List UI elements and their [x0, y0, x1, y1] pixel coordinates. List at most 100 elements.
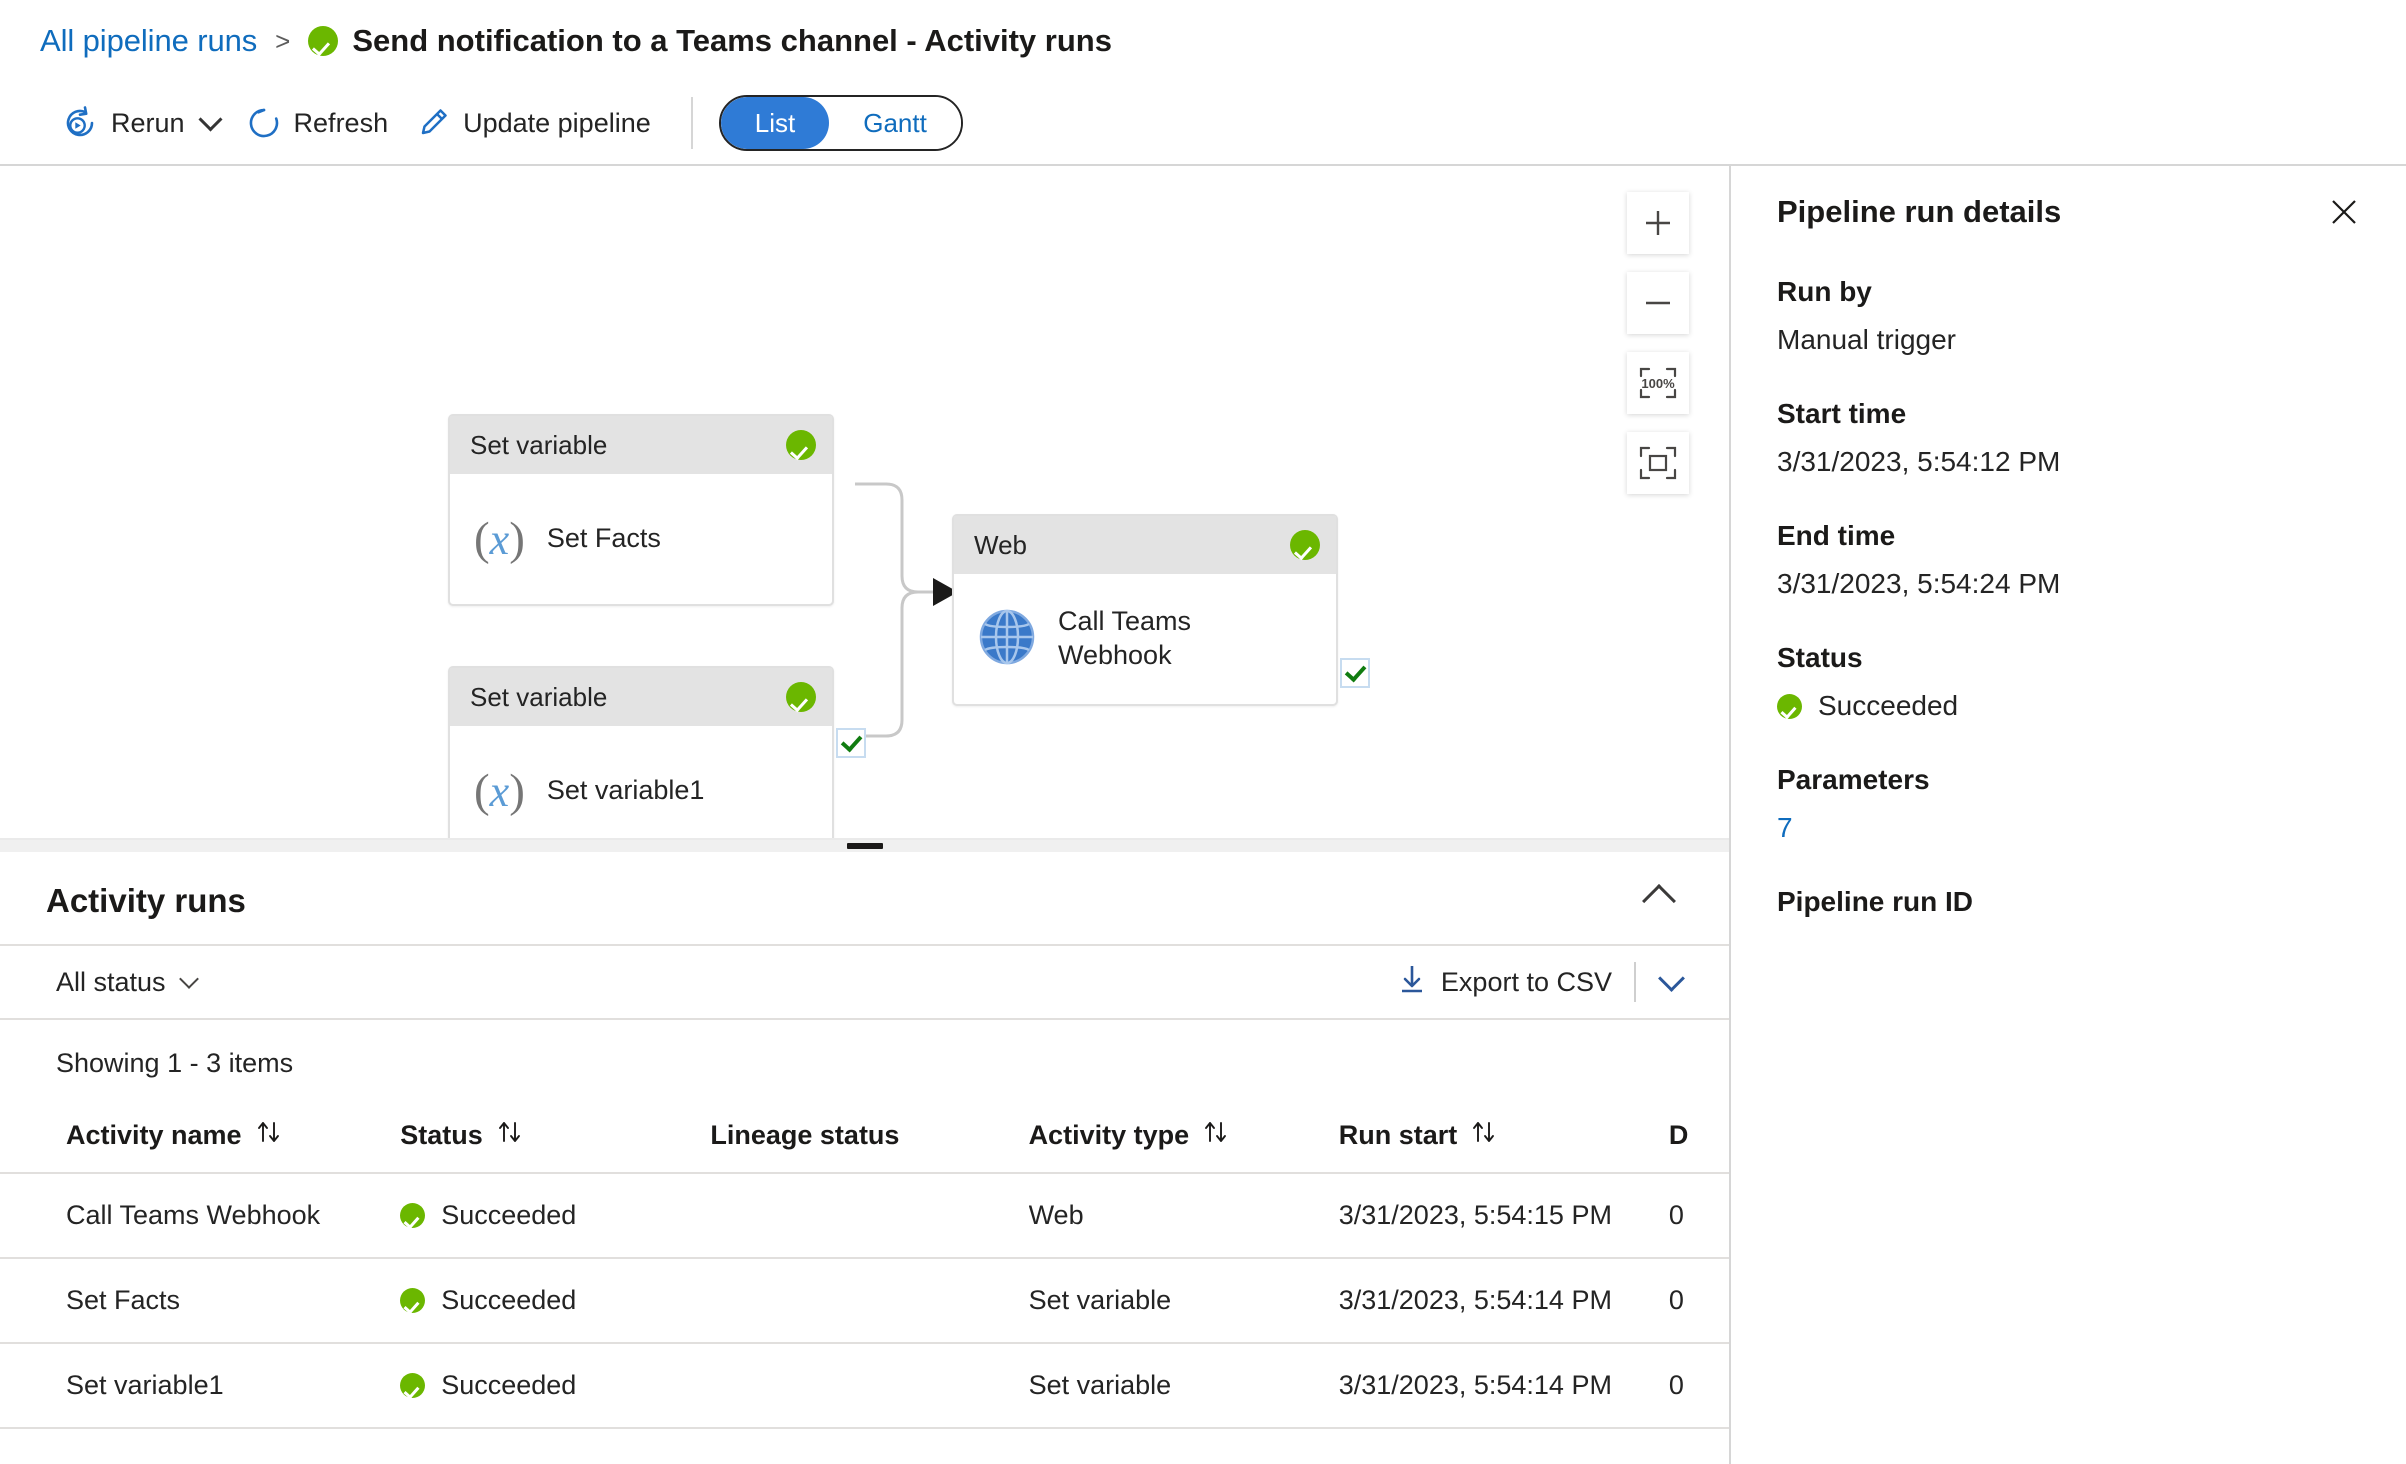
update-pipeline-label: Update pipeline: [463, 107, 651, 138]
start-time-label: Start time: [1777, 398, 1907, 429]
refresh-icon: [247, 106, 281, 140]
activity-node-type: Set variable: [470, 429, 608, 460]
download-icon: [1398, 964, 1426, 1001]
set-variable-icon: (x): [474, 512, 525, 565]
pencil-icon: [416, 106, 450, 140]
start-time-value: 3/31/2023, 5:54:12 PM: [1777, 446, 2061, 477]
zoom-in-button[interactable]: [1627, 192, 1689, 254]
cell-lineage-status: [710, 1173, 1029, 1259]
tab-gantt[interactable]: Gantt: [829, 97, 961, 149]
export-to-csv-button[interactable]: Export to CSV: [1376, 954, 1634, 1011]
success-check-icon: [786, 682, 816, 712]
pipeline-run-id-label: Pipeline run ID: [1777, 886, 1974, 917]
cell-status-text: Succeeded: [441, 1285, 577, 1315]
chevron-down-icon[interactable]: [198, 107, 223, 132]
panel-splitter[interactable]: [0, 838, 1729, 852]
cell-status-text: Succeeded: [441, 1200, 577, 1230]
end-time-value: 3/31/2023, 5:54:24 PM: [1777, 568, 2061, 599]
update-pipeline-button[interactable]: Update pipeline: [410, 98, 673, 148]
pipeline-canvas[interactable]: Set variable (x) Set Facts Set variable …: [0, 166, 1729, 838]
tab-list[interactable]: List: [720, 97, 830, 149]
zoom-out-button[interactable]: [1627, 272, 1689, 334]
success-check-icon: [400, 1373, 426, 1398]
refresh-button[interactable]: Refresh: [241, 98, 411, 148]
node-output-success-badge[interactable]: [836, 728, 866, 758]
activity-node-header: Set variable: [450, 668, 832, 726]
cell-status: Succeeded: [400, 1258, 711, 1344]
breadcrumb: All pipeline runs > Send notification to…: [0, 0, 2406, 82]
status-value: Succeeded: [1818, 690, 1959, 721]
cell-activity-name: Set variable1: [0, 1343, 401, 1429]
rerun-button[interactable]: Rerun: [56, 97, 241, 149]
activity-node-set-facts[interactable]: Set variable (x) Set Facts: [448, 414, 866, 758]
cell-duration: 0: [1668, 1258, 1729, 1344]
node-output-success-badge[interactable]: [1340, 658, 1370, 688]
rerun-icon: [62, 105, 98, 141]
column-header-status[interactable]: Status: [400, 1101, 711, 1174]
parameters-value-link[interactable]: 7: [1777, 812, 2366, 844]
sort-icon[interactable]: [1202, 1119, 1230, 1152]
activity-node-name-line1: Call Teams: [1058, 606, 1192, 637]
cell-lineage-status: [710, 1343, 1029, 1429]
cell-lineage-status: [710, 1258, 1029, 1344]
table-row[interactable]: Call Teams Webhook Succeeded Web 3/31/20…: [0, 1173, 1729, 1259]
chevron-up-icon[interactable]: [1642, 884, 1676, 918]
column-label: Status: [400, 1120, 483, 1150]
column-header-activity-type[interactable]: Activity type: [1028, 1101, 1339, 1174]
success-check-icon: [400, 1288, 426, 1313]
toolbar: Rerun Refresh Update pipeline List Gantt: [0, 82, 2406, 166]
svg-text:100%: 100%: [1641, 376, 1675, 391]
sort-icon[interactable]: [496, 1119, 524, 1152]
activity-node-name: Call Teams Webhook: [1058, 605, 1191, 673]
page-title-text: Send notification to a Teams channel - A…: [352, 23, 1112, 58]
column-header-lineage-status[interactable]: Lineage status: [710, 1101, 1029, 1174]
globe-icon: [978, 608, 1036, 671]
activity-node-call-teams-webhook[interactable]: Web Call Teams Webhook: [952, 514, 1370, 706]
column-label: Activity name: [66, 1120, 242, 1150]
activity-runs-filter-bar: All status Export to CSV: [0, 944, 1729, 1020]
table-row[interactable]: Set Facts Succeeded Set variable 3/31/20…: [0, 1258, 1729, 1344]
activity-node-body: (x) Set variable1: [450, 726, 832, 838]
breadcrumb-separator: >: [275, 25, 291, 56]
activity-node-name: Set variable1: [546, 775, 705, 806]
success-check-icon: [1290, 530, 1320, 560]
cell-activity-type: Web: [1028, 1173, 1339, 1259]
pipeline-run-details-panel: Pipeline run details Run by Manual trigg…: [1729, 166, 2406, 1464]
showing-items-text: Showing 1 - 3 items: [56, 1048, 294, 1078]
cell-duration: 0: [1668, 1173, 1729, 1259]
cell-run-start: 3/31/2023, 5:54:14 PM: [1338, 1343, 1669, 1429]
cell-activity-name: Call Teams Webhook: [0, 1173, 401, 1259]
column-header-run-start[interactable]: Run start: [1338, 1101, 1669, 1174]
rerun-label: Rerun: [111, 107, 185, 138]
success-check-icon: [400, 1203, 426, 1228]
table-header-row: Activity name Status Lineage status Acti…: [0, 1101, 1729, 1174]
activity-runs-header: Activity runs: [0, 852, 1729, 944]
activity-node-body: Call Teams Webhook: [954, 574, 1336, 704]
details-panel-title: Pipeline run details: [1777, 194, 2062, 229]
table-row[interactable]: Set variable1 Succeeded Set variable 3/3…: [0, 1343, 1729, 1429]
activity-node-set-variable1[interactable]: Set variable (x) Set variable1: [448, 666, 834, 838]
success-check-icon: [786, 430, 816, 460]
activity-runs-title: Activity runs: [46, 882, 246, 919]
view-mode-toggle[interactable]: List Gantt: [718, 95, 963, 151]
cell-run-start: 3/31/2023, 5:54:15 PM: [1338, 1173, 1669, 1259]
export-group: Export to CSV: [1376, 954, 1707, 1011]
zoom-to-100-button[interactable]: 100%: [1627, 352, 1689, 414]
sort-icon[interactable]: [1470, 1119, 1498, 1152]
sort-icon[interactable]: [255, 1119, 283, 1152]
column-header-activity-name[interactable]: Activity name: [0, 1101, 401, 1174]
activity-node-header: Set variable: [450, 416, 832, 474]
cell-status: Succeeded: [400, 1343, 711, 1429]
activity-runs-table: Activity name Status Lineage status Acti…: [0, 1101, 1729, 1429]
activity-node-type: Web: [974, 529, 1027, 560]
status-filter-dropdown[interactable]: All status: [56, 967, 199, 998]
splitter-grip[interactable]: [846, 843, 883, 849]
success-check-icon: [308, 26, 339, 56]
export-options-caret[interactable]: [1636, 964, 1707, 998]
column-header-duration-truncated[interactable]: D: [1668, 1101, 1729, 1174]
breadcrumb-all-pipeline-runs-link[interactable]: All pipeline runs: [40, 23, 257, 59]
activity-node-name-line2: Webhook: [1058, 640, 1172, 670]
zoom-to-fit-button[interactable]: [1627, 432, 1689, 494]
parameters-label: Parameters: [1777, 764, 1930, 795]
close-icon[interactable]: [2322, 190, 2366, 234]
